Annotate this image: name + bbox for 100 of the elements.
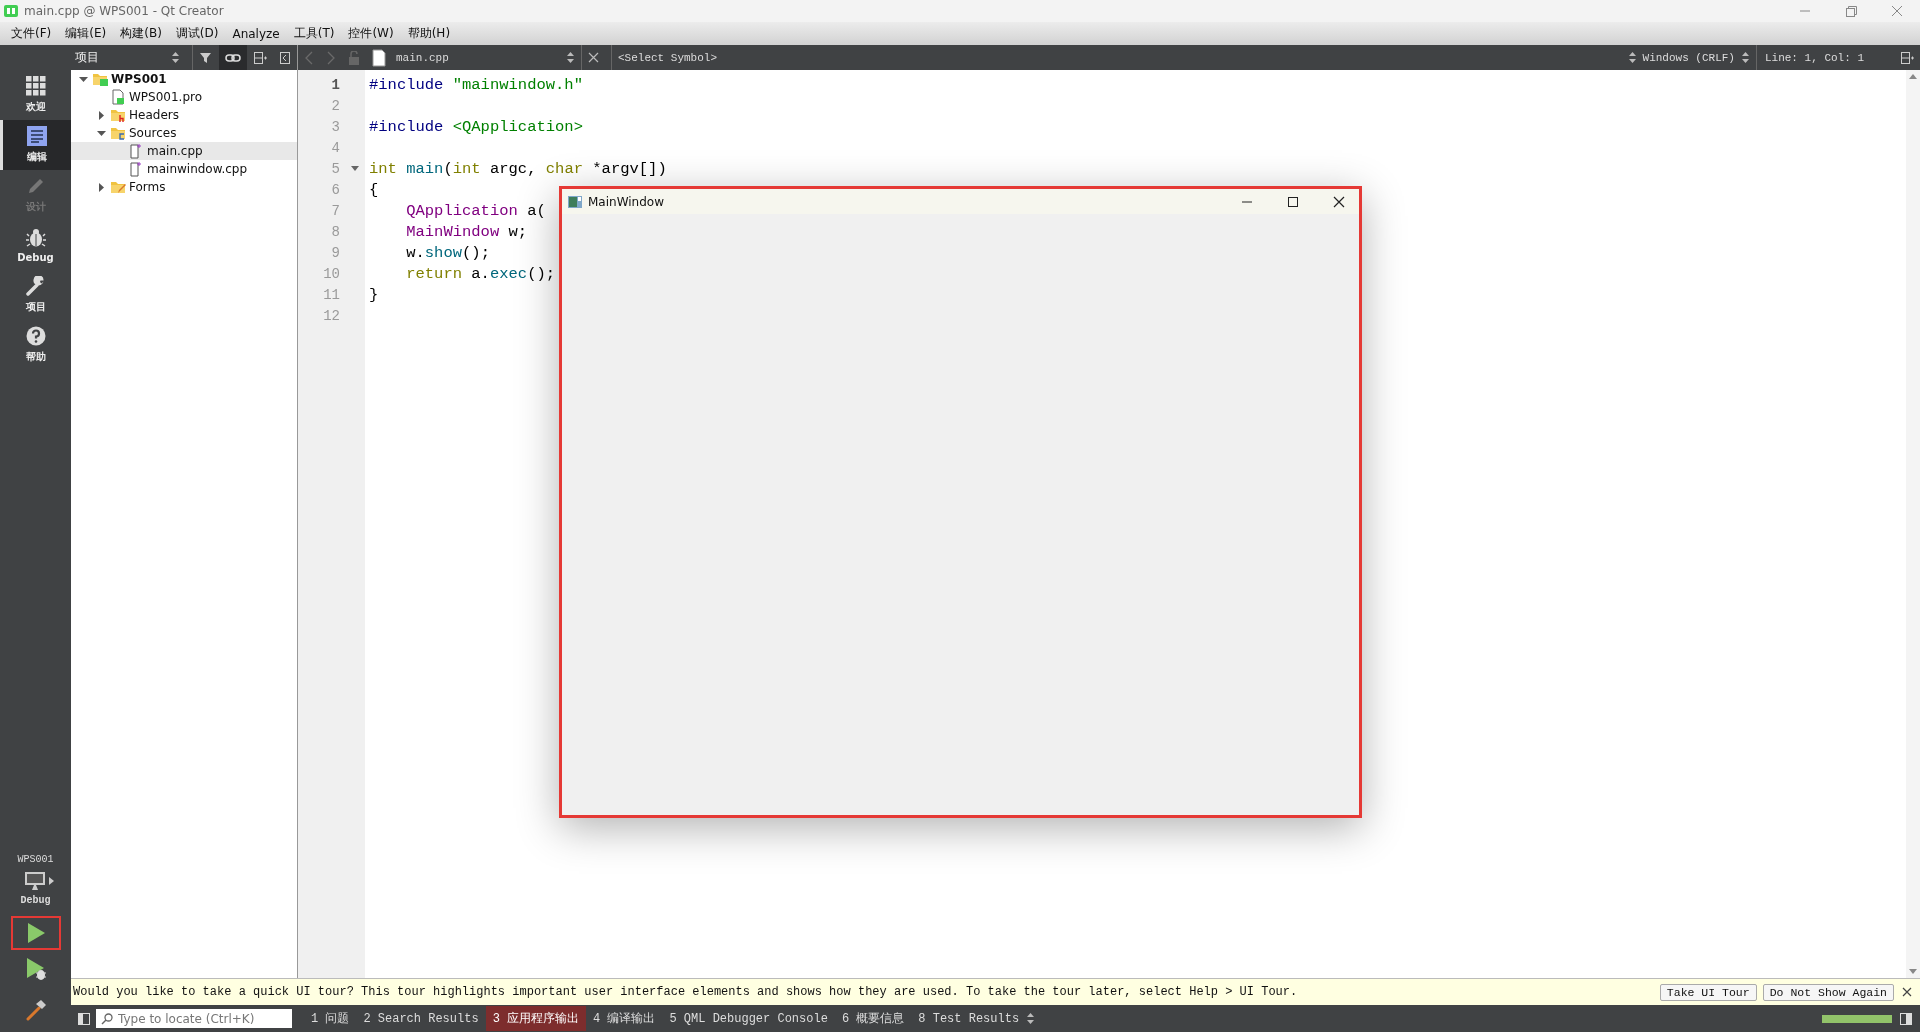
output-tab[interactable]: 4 编译输出 bbox=[586, 1006, 663, 1031]
line-number: 7 bbox=[331, 202, 340, 219]
menu-item[interactable]: 工具(T) bbox=[286, 23, 342, 44]
line-number: 2 bbox=[331, 97, 340, 114]
menu-item[interactable]: 编辑(E) bbox=[58, 23, 114, 44]
folder-icon bbox=[92, 71, 108, 87]
menu-item[interactable]: 控件(W) bbox=[341, 23, 401, 44]
menu-item[interactable]: Analyze bbox=[225, 24, 287, 43]
code-line: return a.exec(); bbox=[405, 264, 556, 283]
up-down-arrows-icon[interactable] bbox=[1740, 51, 1750, 64]
document-icon bbox=[110, 89, 126, 105]
menu-item[interactable]: 帮助(H) bbox=[400, 23, 458, 44]
output-tab[interactable]: 1 问题 bbox=[304, 1006, 357, 1031]
mode-button[interactable]: 欢迎 bbox=[0, 70, 71, 120]
cursor-position: Line: 1, Col: 1 bbox=[1763, 51, 1865, 64]
debug-run-icon[interactable] bbox=[24, 957, 47, 981]
tree-item[interactable]: mainwindow.cpp bbox=[71, 160, 297, 178]
tree-item[interactable]: Forms bbox=[71, 178, 297, 196]
expand-arrow-icon[interactable] bbox=[78, 74, 88, 84]
document-icon bbox=[128, 143, 144, 159]
output-tab[interactable]: 8 Test Results bbox=[911, 1007, 1027, 1030]
up-arrow-icon[interactable] bbox=[1909, 74, 1917, 79]
code-line: QApplication a( bbox=[405, 201, 546, 220]
window-title: main.cpp @ WPS001 - Qt Creator bbox=[24, 4, 225, 18]
app-window-icon bbox=[568, 195, 582, 208]
expand-arrow-icon[interactable] bbox=[96, 182, 106, 192]
line-number: 4 bbox=[331, 139, 340, 156]
build-config-label: Debug bbox=[20, 895, 51, 906]
menu-item[interactable]: 文件(F) bbox=[4, 23, 59, 44]
mode-button[interactable]: 编辑 bbox=[0, 120, 71, 170]
help-icon bbox=[25, 326, 46, 346]
menu-item[interactable]: 构建(B) bbox=[113, 23, 169, 44]
run-button[interactable] bbox=[10, 916, 61, 950]
output-tab[interactable]: 3 应用程序输出 bbox=[485, 1006, 587, 1031]
tour-button[interactable]: Do Not Show Again bbox=[1762, 983, 1894, 1001]
line-number: 12 bbox=[323, 307, 340, 324]
up-down-arrows-icon[interactable] bbox=[1627, 51, 1637, 64]
folder-icon bbox=[110, 107, 126, 123]
close-sidebar-icon[interactable] bbox=[279, 50, 291, 65]
split-icon[interactable] bbox=[253, 50, 267, 65]
tree-item[interactable]: WPS001 bbox=[71, 70, 297, 88]
tree-item[interactable]: Headers bbox=[71, 106, 297, 124]
document-icon bbox=[27, 126, 47, 146]
folder-icon bbox=[110, 179, 126, 195]
window-title: MainWindow bbox=[588, 194, 665, 209]
lock-icon bbox=[348, 50, 360, 65]
maximize-icon[interactable] bbox=[1287, 195, 1299, 208]
output-tab[interactable]: 2 Search Results bbox=[356, 1007, 486, 1030]
search-icon bbox=[101, 1012, 113, 1025]
line-number: 3 bbox=[331, 118, 340, 135]
expand-arrow-icon[interactable] bbox=[96, 110, 106, 120]
line-number: 6 bbox=[331, 181, 340, 198]
project-label: WPS001 bbox=[17, 854, 54, 865]
close-icon[interactable] bbox=[1902, 987, 1912, 997]
line-number: 1 bbox=[331, 76, 340, 93]
mode-button[interactable]: 项目 bbox=[0, 270, 71, 320]
monitor-icon[interactable] bbox=[23, 871, 46, 891]
restore-icon[interactable] bbox=[1844, 4, 1858, 18]
up-down-arrows-icon[interactable] bbox=[171, 51, 180, 64]
symbol-selector[interactable]: <Select Symbol> bbox=[618, 51, 718, 64]
up-down-arrows-icon[interactable] bbox=[1026, 1012, 1036, 1025]
menu-item[interactable]: 调试(D) bbox=[168, 23, 226, 44]
tree-item[interactable]: main.cpp bbox=[71, 142, 297, 160]
code-line: } bbox=[369, 285, 379, 304]
line-number: 8 bbox=[331, 223, 340, 240]
fold-arrow-icon[interactable] bbox=[350, 165, 359, 172]
code-line: #include <QApplication> bbox=[369, 117, 583, 136]
sidebar-toggle-icon[interactable] bbox=[78, 1012, 90, 1025]
file-selector[interactable]: main.cpp bbox=[392, 45, 582, 70]
locate-field[interactable]: Type to locate (Ctrl+K) bbox=[96, 1009, 292, 1028]
folder-icon bbox=[110, 125, 126, 141]
app-logo-icon bbox=[4, 5, 18, 17]
hammer-icon[interactable] bbox=[24, 999, 47, 1021]
code-line: #include "mainwindow.h" bbox=[369, 75, 583, 94]
grid-icon bbox=[25, 76, 46, 96]
code-line: { bbox=[369, 180, 379, 199]
mode-button[interactable]: Debug bbox=[0, 220, 71, 270]
close-icon[interactable] bbox=[1333, 195, 1345, 208]
line-number: 5 bbox=[331, 160, 340, 177]
filter-icon[interactable] bbox=[199, 50, 213, 65]
caret-icon[interactable] bbox=[48, 877, 54, 885]
scrollbar[interactable] bbox=[1906, 70, 1920, 978]
details-icon[interactable] bbox=[1900, 1012, 1912, 1025]
up-down-arrows-icon[interactable] bbox=[566, 51, 575, 64]
split-icon[interactable] bbox=[1900, 50, 1914, 65]
down-arrow-icon[interactable] bbox=[1909, 969, 1917, 974]
output-tab[interactable]: 6 概要信息 bbox=[834, 1006, 912, 1031]
tree-item[interactable]: Sources bbox=[71, 124, 297, 142]
file-icon bbox=[372, 48, 386, 67]
line-endings-selector[interactable]: Windows (CRLF) bbox=[1642, 51, 1735, 64]
tree-item[interactable]: WPS001.pro bbox=[71, 88, 297, 106]
play-icon bbox=[25, 922, 46, 944]
expand-arrow-icon[interactable] bbox=[96, 128, 106, 138]
line-number: 9 bbox=[331, 244, 340, 261]
bug-icon bbox=[25, 227, 46, 248]
line-number: 10 bbox=[323, 265, 340, 282]
output-tab[interactable]: 5 QML Debugger Console bbox=[662, 1007, 835, 1030]
tour-button[interactable]: Take UI Tour bbox=[1659, 983, 1757, 1001]
tour-message: Would you like to take a quick UI tour? This tour highlights important user interface elements and shows how they are used. To take the tour later, select Help > UI Tour. bbox=[73, 985, 1299, 999]
mode-button[interactable]: 帮助 bbox=[0, 320, 71, 370]
